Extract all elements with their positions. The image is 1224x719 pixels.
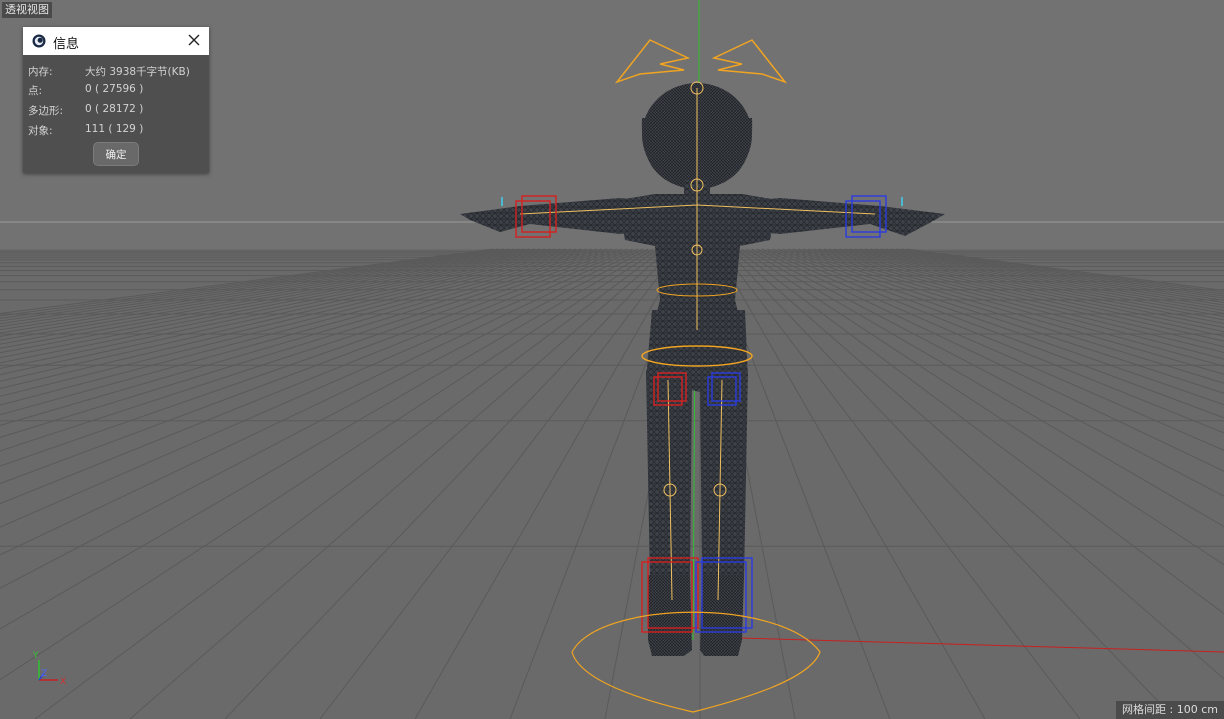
info-value: 大约 3938千字节(KB) bbox=[85, 66, 190, 78]
dialog-titlebar[interactable]: 信息 bbox=[23, 27, 209, 55]
hair-bangs-left bbox=[614, 39, 691, 84]
dialog-title: 信息 bbox=[53, 37, 80, 52]
axis-label-z: Z bbox=[41, 669, 47, 679]
info-key: 内存: bbox=[28, 66, 53, 78]
info-key: 对象: bbox=[28, 125, 53, 137]
info-value: 111 ( 129 ) bbox=[85, 123, 144, 135]
grid-distance-label: 网格间距 : 100 cm bbox=[1116, 701, 1224, 719]
close-icon[interactable] bbox=[187, 33, 201, 47]
axis-label-x: X bbox=[60, 677, 66, 687]
axis-label-y: Y bbox=[32, 651, 39, 661]
left-boot bbox=[648, 575, 692, 656]
info-key: 点: bbox=[28, 85, 43, 97]
info-value: 0 ( 28172 ) bbox=[85, 103, 144, 115]
floor-plane bbox=[0, 249, 1224, 719]
cinema4d-logo-icon bbox=[32, 34, 46, 48]
info-key: 多边形: bbox=[28, 105, 64, 117]
info-value: 0 ( 27596 ) bbox=[85, 83, 144, 95]
viewport-name-label[interactable]: 透视视图 bbox=[2, 2, 52, 18]
hair-bangs-right bbox=[711, 39, 788, 84]
info-dialog: 信息 内存: 大约 3938千字节(KB) 点: 0 ( 27596 ) 多边形… bbox=[23, 27, 209, 173]
ok-button[interactable]: 确定 bbox=[93, 142, 139, 166]
